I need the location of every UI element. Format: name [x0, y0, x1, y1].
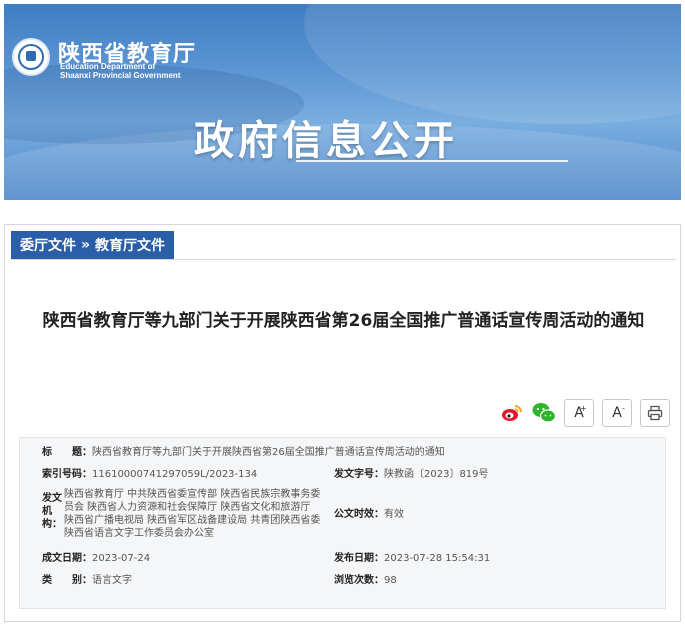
- meta-issuer-line: 陕西省语言文字工作委员会办公室: [64, 528, 214, 539]
- meta-index-row: 索引号码：11610000741297059L/2023-134: [42, 468, 257, 481]
- breadcrumb-separator: »: [81, 237, 91, 253]
- breadcrumb-item-edu-docs[interactable]: 教育厅文件: [95, 235, 165, 255]
- meta-issuer-value: 陕西省教育厅 中共陕西省委宣传部 陕西省民族宗教事务委 员会 陕西省人力资源和社…: [64, 488, 336, 540]
- meta-issuer-label-line: 构：: [42, 519, 62, 530]
- meta-category-label: 类 别：: [42, 575, 92, 586]
- meta-title-value: 陕西省教育厅等九部门关于开展陕西省第26届全国推广普通话宣传周活动的通知: [92, 447, 445, 458]
- meta-validity-value: 有效: [384, 509, 404, 520]
- meta-issuer-line: 陕西省教育厅 中共陕西省委宣传部 陕西省民族宗教事务委: [64, 489, 321, 500]
- font-increase-button[interactable]: A +: [564, 399, 594, 427]
- breadcrumb: 委厅文件 » 教育厅文件: [11, 231, 175, 259]
- emblem-icon[interactable]: [12, 38, 50, 76]
- meta-title-label: 标 题：: [42, 447, 92, 458]
- breadcrumb-item-office-docs[interactable]: 委厅文件: [20, 235, 76, 255]
- meta-created-value: 2023-07-24: [92, 553, 151, 564]
- print-button[interactable]: [640, 399, 670, 427]
- meta-created-row: 成文日期：2023-07-24: [42, 552, 150, 565]
- meta-category-row: 类 别：语言文字: [42, 574, 132, 587]
- banner-title: 政府信息公开: [194, 118, 458, 164]
- article-toolbar: A + A -: [500, 399, 670, 427]
- meta-views-label: 浏览次数：: [334, 575, 384, 586]
- breadcrumb-divider: [11, 259, 676, 260]
- meta-issuer-line: 员会 陕西省人力资源和社会保障厅 陕西省文化和旅游厅: [64, 502, 311, 513]
- org-name-en-line2: Shaanxi Provincial Government: [60, 71, 181, 80]
- banner-title-underline: [296, 160, 568, 162]
- meta-docno-row: 发文字号：陕教函〔2023〕819号: [334, 468, 489, 481]
- meta-category-value: 语言文字: [92, 575, 132, 586]
- meta-title-row: 标 题：陕西省教育厅等九部门关于开展陕西省第26届全国推广普通话宣传周活动的通知: [42, 446, 445, 459]
- meta-published-row: 发布日期：2023-07-28 15:54:31: [334, 552, 490, 565]
- meta-docno-label: 发文字号：: [334, 469, 384, 480]
- font-increase-sup: +: [580, 404, 587, 413]
- print-icon: [647, 405, 663, 421]
- meta-published-value: 2023-07-28 15:54:31: [384, 553, 491, 564]
- document-title: 陕西省教育厅等九部门关于开展陕西省第26届全国推广普通话宣传周活动的通知: [42, 311, 645, 331]
- meta-index-label: 索引号码：: [42, 469, 92, 480]
- meta-validity-row: 公文时效：有效: [334, 508, 404, 521]
- meta-docno-value: 陕教函〔2023〕819号: [384, 469, 489, 480]
- font-decrease-label: A: [612, 405, 622, 421]
- meta-published-label: 发布日期：: [334, 553, 384, 564]
- meta-issuer-label: 发文 机 构：: [42, 492, 66, 531]
- document-meta-panel: 标 题：陕西省教育厅等九部门关于开展陕西省第26届全国推广普通话宣传周活动的通知…: [19, 437, 666, 609]
- banner-wave-decoration: [304, 4, 681, 124]
- meta-issuer-line: 陕西省广播电视局 陕西省军区战备建设局 共青团陕西省委: [64, 515, 321, 526]
- meta-views-row: 浏览次数：98: [334, 574, 397, 587]
- meta-views-value: 98: [384, 575, 397, 586]
- meta-created-label: 成文日期：: [42, 553, 92, 564]
- meta-issuer-label-line: 发文: [42, 493, 62, 504]
- wechat-icon[interactable]: [532, 401, 556, 425]
- meta-issuer-label-line: 机: [42, 506, 52, 517]
- meta-index-value: 11610000741297059L/2023-134: [92, 469, 258, 480]
- font-decrease-button[interactable]: A -: [602, 399, 632, 427]
- org-name-en-line1: Education Department of: [60, 62, 156, 71]
- meta-validity-label: 公文时效：: [334, 509, 384, 520]
- header-banner: 陕西省教育厅 Education Department of Shaanxi P…: [4, 4, 681, 200]
- weibo-icon[interactable]: [500, 401, 524, 425]
- font-decrease-sup: -: [622, 404, 625, 413]
- content-frame: 委厅文件 » 教育厅文件 陕西省教育厅等九部门关于开展陕西省第26届全国推广普通…: [4, 224, 681, 622]
